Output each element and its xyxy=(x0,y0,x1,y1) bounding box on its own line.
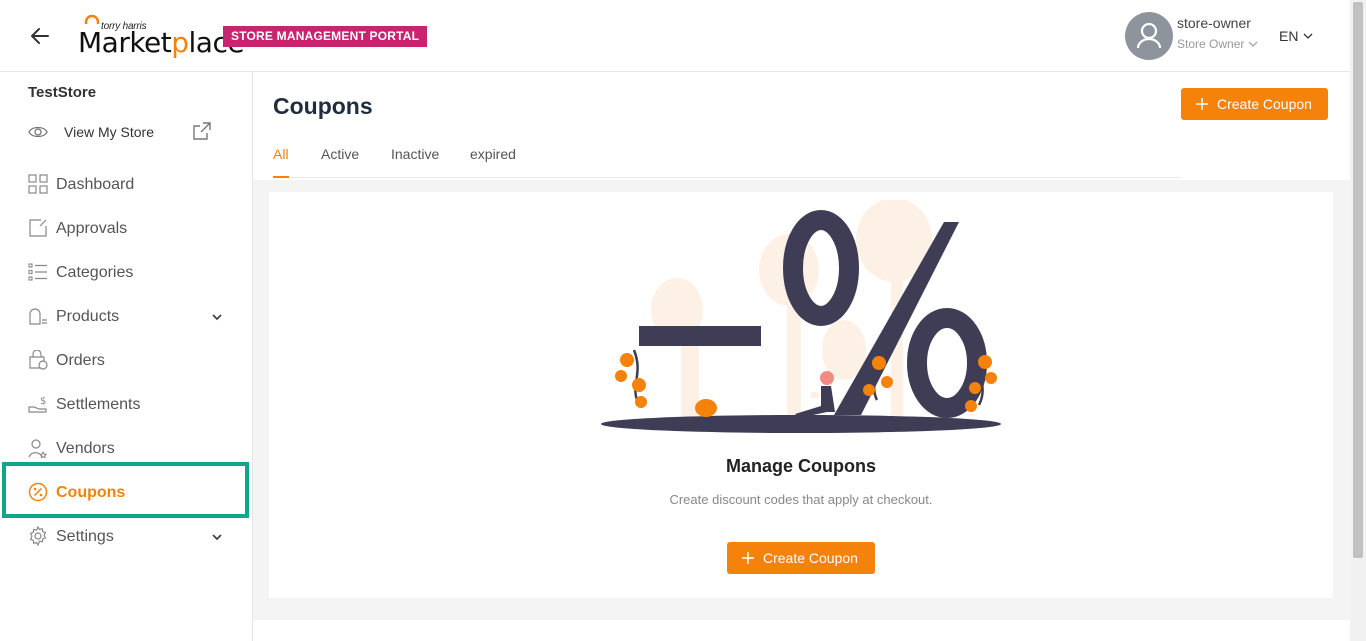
page-header: Coupons Create Coupon All Active Inactiv… xyxy=(253,72,1350,180)
sidebar-item-settings[interactable]: Settings xyxy=(28,522,238,552)
svg-text:$: $ xyxy=(40,396,46,407)
chevron-down-icon[interactable] xyxy=(1302,30,1314,42)
top-header: torry harris Marketplace STORE MANAGEMEN… xyxy=(0,0,1350,72)
tab-expired[interactable]: expired xyxy=(470,146,516,178)
vendors-icon xyxy=(28,439,48,458)
sidebar-item-approvals[interactable]: Approvals xyxy=(28,214,238,244)
user-name[interactable]: store-owner xyxy=(1177,15,1251,31)
plus-icon xyxy=(1196,98,1208,110)
settlements-icon: $ xyxy=(28,396,47,413)
sidebar-item-label: Orders xyxy=(56,352,105,369)
view-my-store-link[interactable]: View My Store xyxy=(28,118,228,146)
discount-illustration xyxy=(601,200,1001,433)
dashboard-icon xyxy=(28,174,48,194)
sidebar-item-categories[interactable]: Categories xyxy=(28,258,238,288)
empty-state-subtitle: Create discount codes that apply at chec… xyxy=(669,492,933,507)
sidebar-item-label: Approvals xyxy=(56,220,128,237)
eye-icon xyxy=(28,126,48,138)
scrollbar-thumb[interactable] xyxy=(1353,2,1363,558)
user-avatar[interactable] xyxy=(1125,12,1173,60)
sidebar-item-label: Products xyxy=(56,308,120,325)
logo-wordmark: Marketplace xyxy=(78,26,245,59)
sidebar-item-label: Settlements xyxy=(56,396,141,413)
footer-strip xyxy=(253,620,1350,641)
tab-inactive[interactable]: Inactive xyxy=(391,146,439,178)
sidebar-item-label: Dashboard xyxy=(56,176,135,193)
sidebar-item-label: Settings xyxy=(56,528,114,545)
portal-badge: STORE MANAGEMENT PORTAL xyxy=(223,26,428,47)
plus-icon xyxy=(742,552,754,564)
external-link-icon[interactable] xyxy=(191,120,213,142)
sidebar-item-vendors[interactable]: Vendors xyxy=(28,434,238,464)
language-selector[interactable]: EN xyxy=(1279,28,1298,44)
main-content: Coupons Create Coupon All Active Inactiv… xyxy=(253,72,1350,641)
sidebar-item-dashboard[interactable]: Dashboard xyxy=(28,170,238,200)
sidebar-item-label: Categories xyxy=(56,264,134,281)
coupons-highlight-box xyxy=(2,462,249,518)
create-coupon-label: Create Coupon xyxy=(1217,96,1312,112)
empty-state-title: Manage Coupons xyxy=(725,456,876,476)
user-icon xyxy=(1136,22,1162,49)
create-coupon-button[interactable]: Create Coupon xyxy=(1181,88,1328,120)
empty-state-card: Manage Coupons Create discount codes tha… xyxy=(269,192,1333,598)
chevron-down-icon[interactable] xyxy=(210,530,224,544)
products-icon xyxy=(29,308,47,325)
tab-active[interactable]: Active xyxy=(321,146,359,178)
view-my-store-label: View My Store xyxy=(64,124,154,140)
sidebar-item-products[interactable]: Products xyxy=(28,302,238,332)
sidebar-item-label: Vendors xyxy=(56,440,115,457)
create-coupon-label: Create Coupon xyxy=(763,550,858,566)
back-arrow-icon[interactable] xyxy=(28,24,52,48)
page-scrollbar[interactable] xyxy=(1350,0,1366,641)
categories-icon xyxy=(28,263,47,281)
create-coupon-button[interactable]: Create Coupon xyxy=(727,542,875,574)
store-name: TestStore xyxy=(28,84,97,101)
chevron-down-icon[interactable] xyxy=(1247,38,1259,50)
approvals-icon xyxy=(29,219,47,237)
marketplace-logo[interactable]: torry harris Marketplace xyxy=(78,14,245,60)
chevron-down-icon[interactable] xyxy=(210,310,224,324)
coupon-tabs: All Active Inactive expired xyxy=(273,146,1181,178)
sidebar: TestStore View My Store Dashboard Approv… xyxy=(0,72,253,641)
user-role[interactable]: Store Owner xyxy=(1177,37,1244,51)
sidebar-item-settlements[interactable]: $ Settlements xyxy=(28,390,238,420)
tab-all[interactable]: All xyxy=(273,146,289,178)
orders-icon xyxy=(29,350,48,370)
sidebar-item-orders[interactable]: Orders xyxy=(28,346,238,376)
page-title: Coupons xyxy=(273,93,373,119)
gear-icon xyxy=(29,526,47,546)
